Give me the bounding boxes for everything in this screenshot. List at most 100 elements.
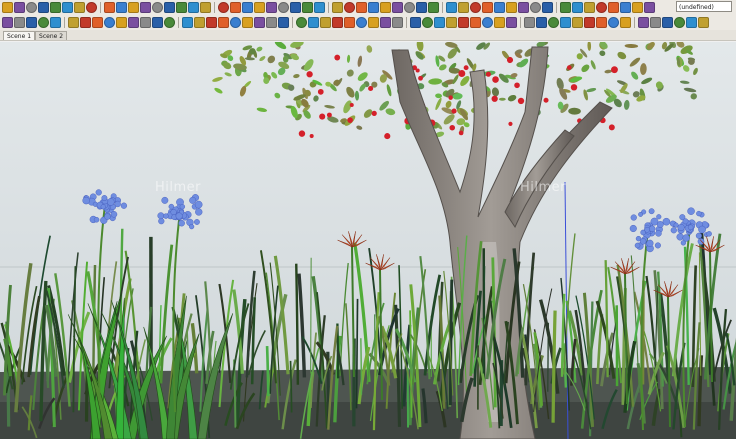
toolbar-tool-icon[interactable] [26,17,37,28]
toolbar-tool-icon[interactable] [620,17,631,28]
toolbar-tool-icon[interactable] [308,17,319,28]
toolbar-tool-icon[interactable] [254,17,265,28]
toolbar-tool-icon[interactable] [206,17,217,28]
toolbar-tool-icon[interactable] [38,17,49,28]
toolbar-tool-icon[interactable] [2,17,13,28]
toolbar-tool-icon[interactable] [506,17,517,28]
toolbar-tool-icon[interactable] [650,17,661,28]
toolbar-tool-icon[interactable] [128,2,139,13]
toolbar-tool-icon[interactable] [446,17,457,28]
toolbar-tool-icon[interactable] [278,2,289,13]
toolbar-tool-icon[interactable] [530,2,541,13]
toolbar-tool-icon[interactable] [620,2,631,13]
toolbar-tool-icon[interactable] [74,2,85,13]
toolbar-tool-icon[interactable] [80,17,91,28]
tab-scene-1[interactable]: Scene 1 [3,31,36,40]
toolbar-tool-icon[interactable] [608,2,619,13]
toolbar-tool-icon[interactable] [524,17,535,28]
toolbar-tool-icon[interactable] [140,2,151,13]
toolbar-tool-icon[interactable] [266,17,277,28]
toolbar-tool-icon[interactable] [50,2,61,13]
toolbar-tool-icon[interactable] [182,17,193,28]
toolbar-tool-icon[interactable] [86,2,97,13]
toolbar-tool-icon[interactable] [176,2,187,13]
toolbar-tool-icon[interactable] [62,2,73,13]
toolbar-tool-icon[interactable] [536,17,547,28]
toolbar-tool-icon[interactable] [458,17,469,28]
toolbar-tool-icon[interactable] [302,2,313,13]
toolbar-tool-icon[interactable] [572,17,583,28]
toolbar-tool-icon[interactable] [638,17,649,28]
toolbar-tool-icon[interactable] [218,17,229,28]
toolbar-tool-icon[interactable] [332,2,343,13]
toolbar-tool-icon[interactable] [410,17,421,28]
toolbar-tool-icon[interactable] [92,17,103,28]
toolbar-tool-icon[interactable] [596,17,607,28]
toolbar-tool-icon[interactable] [608,17,619,28]
toolbar-tool-icon[interactable] [572,2,583,13]
toolbar-tool-icon[interactable] [632,2,643,13]
toolbar-tool-icon[interactable] [434,17,445,28]
toolbar-tool-icon[interactable] [506,2,517,13]
toolbar-tool-icon[interactable] [242,2,253,13]
toolbar-tool-icon[interactable] [290,2,301,13]
tab-scene-2[interactable]: Scene 2 [35,31,68,40]
toolbar-tool-icon[interactable] [368,2,379,13]
toolbar-tool-icon[interactable] [68,17,79,28]
toolbar-tool-icon[interactable] [2,2,13,13]
toolbar-tool-icon[interactable] [254,2,265,13]
toolbar-tool-icon[interactable] [314,2,325,13]
toolbar-tool-icon[interactable] [104,17,115,28]
toolbar-tool-icon[interactable] [560,2,571,13]
toolbar-tool-icon[interactable] [548,17,559,28]
toolbar-tool-icon[interactable] [344,17,355,28]
toolbar-tool-icon[interactable] [200,2,211,13]
toolbar-tool-icon[interactable] [494,17,505,28]
toolbar-tool-icon[interactable] [140,17,151,28]
toolbar-tool-icon[interactable] [278,17,289,28]
toolbar-tool-icon[interactable] [428,2,439,13]
toolbar-tool-icon[interactable] [380,2,391,13]
toolbar-tool-icon[interactable] [50,17,61,28]
toolbar-tool-icon[interactable] [674,17,685,28]
toolbar-tool-icon[interactable] [596,2,607,13]
toolbar-tool-icon[interactable] [494,2,505,13]
toolbar-tool-icon[interactable] [458,2,469,13]
toolbar-tool-icon[interactable] [470,17,481,28]
toolbar-tool-icon[interactable] [116,17,127,28]
layer-select[interactable]: (undefined) [676,1,732,12]
toolbar-tool-icon[interactable] [320,17,331,28]
toolbar-tool-icon[interactable] [416,2,427,13]
toolbar-tool-icon[interactable] [38,2,49,13]
toolbar-tool-icon[interactable] [404,2,415,13]
toolbar-tool-icon[interactable] [482,2,493,13]
toolbar-tool-icon[interactable] [380,17,391,28]
toolbar-tool-icon[interactable] [116,2,127,13]
toolbar-tool-icon[interactable] [446,2,457,13]
toolbar-tool-icon[interactable] [344,2,355,13]
toolbar-tool-icon[interactable] [242,17,253,28]
toolbar-tool-icon[interactable] [14,2,25,13]
toolbar-tool-icon[interactable] [542,2,553,13]
toolbar-tool-icon[interactable] [392,2,403,13]
toolbar-tool-icon[interactable] [584,2,595,13]
toolbar-tool-icon[interactable] [296,17,307,28]
toolbar-tool-icon[interactable] [518,2,529,13]
toolbar-tool-icon[interactable] [188,2,199,13]
toolbar-tool-icon[interactable] [698,17,709,28]
toolbar-tool-icon[interactable] [392,17,403,28]
toolbar-tool-icon[interactable] [230,17,241,28]
toolbar-tool-icon[interactable] [368,17,379,28]
toolbar-tool-icon[interactable] [470,2,481,13]
toolbar-tool-icon[interactable] [218,2,229,13]
toolbar-tool-icon[interactable] [686,17,697,28]
model-viewport[interactable]: Hilmer Hilmer [0,42,736,439]
toolbar-tool-icon[interactable] [194,17,205,28]
toolbar-tool-icon[interactable] [644,2,655,13]
toolbar-tool-icon[interactable] [164,2,175,13]
toolbar-tool-icon[interactable] [356,2,367,13]
toolbar-tool-icon[interactable] [332,17,343,28]
toolbar-tool-icon[interactable] [560,17,571,28]
toolbar-tool-icon[interactable] [14,17,25,28]
toolbar-tool-icon[interactable] [662,17,673,28]
